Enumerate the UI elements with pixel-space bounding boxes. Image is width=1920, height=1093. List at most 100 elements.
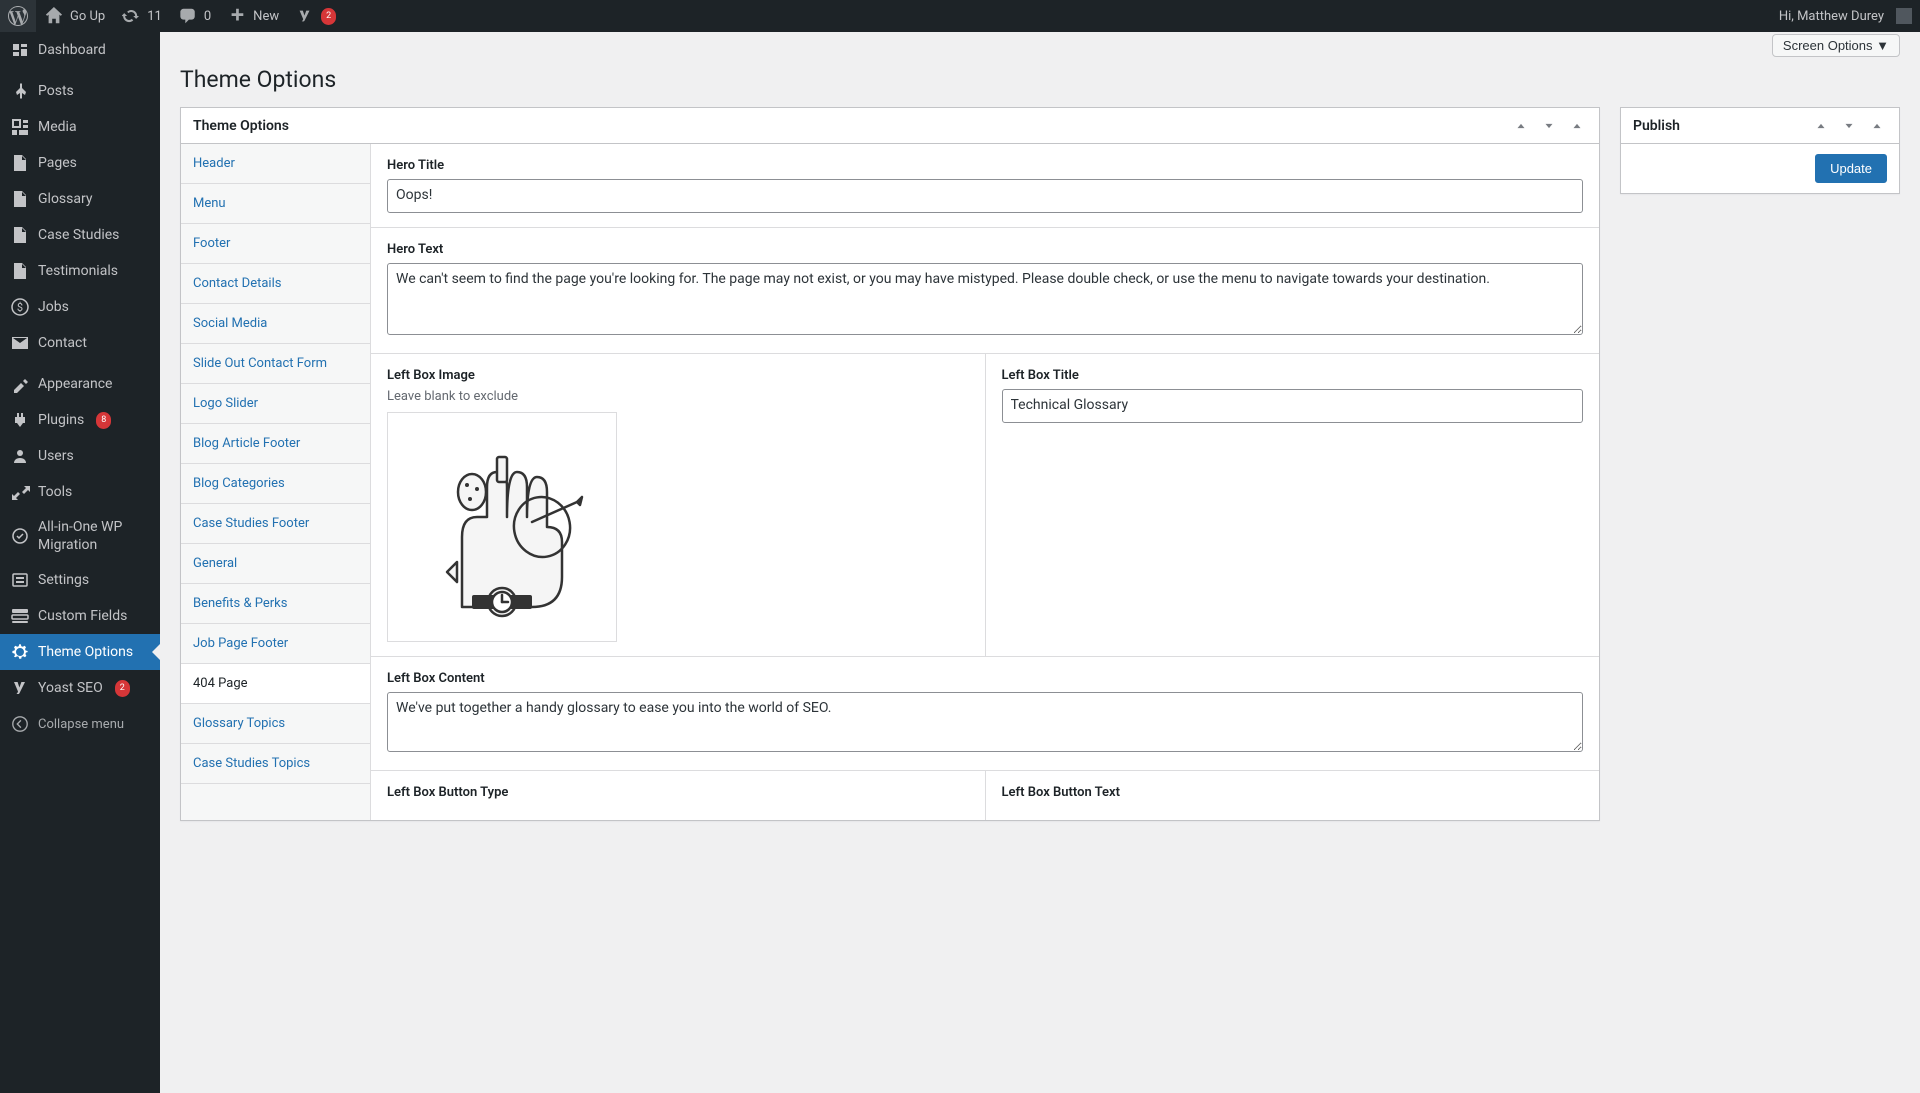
admin-bar: Go Up 11 0 New 2 Hi, M: [0, 0, 1920, 32]
hand-illustration: [402, 427, 602, 627]
tab-general[interactable]: General: [181, 544, 370, 584]
sidebar-item-label: Theme Options: [38, 643, 133, 661]
tab-blog-article-footer[interactable]: Blog Article Footer: [181, 424, 370, 464]
tab-blog-categories[interactable]: Blog Categories: [181, 464, 370, 504]
tab-case-studies-topics[interactable]: Case Studies Topics: [181, 744, 370, 784]
update-button[interactable]: Update: [1815, 154, 1887, 183]
comment-icon: [178, 6, 198, 26]
collapse-menu-button[interactable]: Collapse menu: [0, 706, 160, 742]
sidebar-item-label: Tools: [38, 483, 72, 501]
collapse-label: Collapse menu: [38, 717, 124, 732]
tab-slide-out-contact-form[interactable]: Slide Out Contact Form: [181, 344, 370, 384]
sidebar-item-label: Custom Fields: [38, 607, 127, 625]
hero-text-textarea[interactable]: [387, 263, 1583, 336]
publish-toggle-button[interactable]: [1867, 116, 1887, 136]
tab-logo-slider[interactable]: Logo Slider: [181, 384, 370, 424]
left-box-button-type-label: Left Box Button Type: [387, 785, 969, 800]
sidebar-item-label: Plugins: [38, 411, 84, 429]
sidebar-item-appearance[interactable]: Appearance: [0, 366, 160, 402]
sidebar-item-all-in-one-wp-migration[interactable]: All-in-One WP Migration: [0, 510, 160, 562]
user-account-link[interactable]: Hi, Matthew Durey: [1771, 0, 1920, 32]
updates-icon: [121, 6, 141, 26]
postbox-header: Theme Options: [181, 108, 1599, 144]
sidebar-item-label: Glossary: [38, 190, 92, 208]
tab-404-page[interactable]: 404 Page: [181, 664, 370, 704]
new-content-link[interactable]: New: [219, 0, 287, 32]
page-icon: [10, 225, 30, 245]
comments-link[interactable]: 0: [170, 0, 219, 32]
tab-case-studies-footer[interactable]: Case Studies Footer: [181, 504, 370, 544]
site-name-label: Go Up: [70, 9, 105, 24]
site-home-link[interactable]: Go Up: [36, 0, 113, 32]
sidebar-item-label: Posts: [38, 82, 74, 100]
sidebar-item-custom-fields[interactable]: Custom Fields: [0, 598, 160, 634]
appearance-icon: [10, 374, 30, 394]
sidebar-item-label: Case Studies: [38, 226, 119, 244]
updates-link[interactable]: 11: [113, 0, 170, 32]
tab-glossary-topics[interactable]: Glossary Topics: [181, 704, 370, 744]
custom-fields-icon: [10, 606, 30, 626]
sidebar-item-settings[interactable]: Settings: [0, 562, 160, 598]
yoast-menu[interactable]: 2: [287, 0, 344, 32]
wp-logo-icon: [8, 6, 28, 26]
tab-social-media[interactable]: Social Media: [181, 304, 370, 344]
tab-contact-details[interactable]: Contact Details: [181, 264, 370, 304]
dashboard-icon: [10, 40, 30, 60]
sidebar-item-testimonials[interactable]: Testimonials: [0, 253, 160, 289]
sidebar-item-media[interactable]: Media: [0, 109, 160, 145]
move-down-button[interactable]: [1539, 116, 1559, 136]
sidebar-item-tools[interactable]: Tools: [0, 474, 160, 510]
tab-footer[interactable]: Footer: [181, 224, 370, 264]
hero-title-input[interactable]: [387, 179, 1583, 213]
publish-postbox: Publish Update: [1620, 107, 1900, 194]
tools-icon: [10, 482, 30, 502]
sidebar-item-label: Yoast SEO: [38, 679, 103, 697]
sidebar-item-posts[interactable]: Posts: [0, 73, 160, 109]
publish-move-up-button[interactable]: [1811, 116, 1831, 136]
sidebar-item-glossary[interactable]: Glossary: [0, 181, 160, 217]
toggle-panel-button[interactable]: [1567, 116, 1587, 136]
page-icon: [10, 189, 30, 209]
admin-sidebar: Dashboard Posts Media Pages Glossary Case Stu…: [0, 32, 160, 1093]
sidebar-item-jobs[interactable]: $Jobs: [0, 289, 160, 325]
sidebar-item-dashboard[interactable]: Dashboard: [0, 32, 160, 68]
postbox-title: Theme Options: [193, 118, 289, 134]
move-up-button[interactable]: [1511, 116, 1531, 136]
tab-header[interactable]: Header: [181, 144, 370, 184]
form-panel: Hero Title Hero Text Left Box Image Leav…: [371, 144, 1599, 820]
admin-bar-left: Go Up 11 0 New 2: [0, 0, 344, 32]
wp-logo-menu[interactable]: [0, 0, 36, 32]
sidebar-item-label: Pages: [38, 154, 77, 172]
sidebar-item-theme-options[interactable]: Theme Options: [0, 634, 160, 670]
migration-icon: [10, 526, 30, 546]
home-icon: [44, 6, 64, 26]
hero-title-label: Hero Title: [387, 158, 1583, 173]
left-box-title-input[interactable]: [1002, 389, 1584, 423]
screen-options-button[interactable]: Screen Options ▼: [1772, 34, 1900, 57]
tabs-sidebar: HeaderMenuFooterContact DetailsSocial Me…: [181, 144, 371, 820]
sidebar-item-pages[interactable]: Pages: [0, 145, 160, 181]
yoast-badge: 2: [321, 8, 336, 25]
sidebar-item-users[interactable]: Users: [0, 438, 160, 474]
yoast-icon: [10, 678, 30, 698]
yoast-icon: [295, 6, 315, 26]
sidebar-item-label: Users: [38, 447, 74, 465]
comments-count: 0: [204, 9, 211, 24]
sidebar-item-label: Appearance: [38, 375, 112, 393]
image-preview[interactable]: [387, 412, 617, 642]
tab-benefits-perks[interactable]: Benefits & Perks: [181, 584, 370, 624]
menu-badge: 8: [96, 412, 111, 429]
sidebar-item-case-studies[interactable]: Case Studies: [0, 217, 160, 253]
sidebar-item-yoast-seo[interactable]: Yoast SEO 2: [0, 670, 160, 706]
sidebar-item-label: Testimonials: [38, 262, 118, 280]
sidebar-item-plugins[interactable]: Plugins 8: [0, 402, 160, 438]
publish-move-down-button[interactable]: [1839, 116, 1859, 136]
tab-menu[interactable]: Menu: [181, 184, 370, 224]
settings-icon: [10, 570, 30, 590]
menu-badge: 2: [115, 680, 130, 697]
tab-job-page-footer[interactable]: Job Page Footer: [181, 624, 370, 664]
sidebar-item-label: Settings: [38, 571, 89, 589]
left-box-content-textarea[interactable]: [387, 692, 1583, 752]
left-box-content-label: Left Box Content: [387, 671, 1583, 686]
sidebar-item-contact[interactable]: Contact: [0, 325, 160, 361]
